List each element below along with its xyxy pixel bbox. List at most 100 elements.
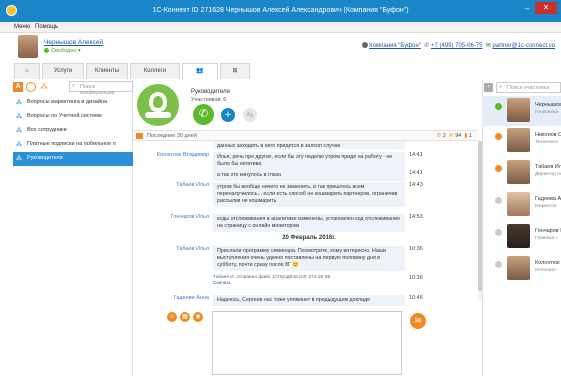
search-icon: ⌕: [499, 84, 503, 90]
group-icon: 👥: [196, 68, 204, 74]
participant-row[interactable]: Гончаров И Главный с: [482, 222, 561, 252]
participant-name: Гадеева Ан: [535, 196, 561, 202]
sort-alpha-button[interactable]: A: [13, 82, 23, 92]
minimize-button[interactable]: –: [521, 4, 533, 14]
conference-search-input[interactable]: ⌕ Поиск конференции: [69, 81, 133, 96]
avatar: [507, 224, 530, 248]
call-button[interactable]: ✆: [193, 104, 214, 125]
group-icon: ⁂: [16, 128, 22, 134]
add-participant-button[interactable]: +: [221, 108, 235, 122]
call-count: 2: [442, 133, 446, 139]
message-author[interactable]: Колонтюк Владимир: [133, 152, 209, 158]
status-icon: [495, 229, 502, 236]
participant-row[interactable]: Гадеева Ан Маркетол: [482, 190, 561, 220]
list-item-active[interactable]: ⁂ Руководители: [13, 152, 133, 166]
avatar: [507, 128, 530, 152]
conference-label: Вопросы по Учетной системе: [27, 113, 102, 119]
group-filter-icon[interactable]: ⁂: [40, 82, 52, 92]
message-time: 14:41: [409, 170, 423, 176]
title-bar: 1С-Коннект ID 271628 Чернышов Алексей Ал…: [0, 0, 561, 22]
file-attachment: Табаев И. отправил файл 1СПродВ16.pdf, 2…: [213, 275, 405, 287]
participant-role: Техническ: [535, 140, 558, 145]
message-input[interactable]: [212, 311, 402, 375]
company-link[interactable]: Компания "Буфон": [369, 43, 421, 49]
call-count-icon: ✆: [436, 133, 442, 139]
date-separator: 20 Февраль 2016г.: [282, 235, 336, 241]
tab-colleagues[interactable]: Коллеги: [130, 63, 180, 79]
calendar-icon[interactable]: [136, 133, 143, 139]
avatar: [507, 256, 530, 280]
file-count-icon: ▮: [464, 133, 468, 139]
email-icon: ✉: [485, 43, 491, 49]
message-text: Надеюсь, Сергеев нас тоже упомянет в пре…: [213, 295, 405, 306]
participant-row[interactable]: Никонов Се Техническ: [482, 126, 561, 156]
company-contacts: Компания "Буфон" ✆ +7 (499) 705-06-75 ✉ …: [361, 42, 555, 49]
room-title: Руководители: [191, 89, 230, 95]
tab-grid[interactable]: ⊞: [220, 63, 250, 79]
filter-button[interactable]: [26, 82, 36, 92]
participant-row[interactable]: Колонтюк Исполнит: [482, 254, 561, 284]
send-icon: ✉: [414, 316, 422, 325]
tab-services[interactable]: Услуги: [42, 63, 84, 79]
status-icon: [495, 103, 502, 110]
message-text: коды отслеживания в аналитике изменены, …: [213, 214, 405, 232]
close-button[interactable]: ✕: [535, 2, 557, 14]
attach-icon[interactable]: ▦: [180, 312, 190, 322]
status-online-icon: [44, 48, 49, 54]
message-time: 14:41: [409, 152, 423, 158]
list-item[interactable]: ⁂ Вопросы по Учетной системе: [13, 110, 133, 124]
participant-role: Генеральн: [535, 110, 559, 115]
collapse-panel-button[interactable]: ‹: [484, 83, 493, 92]
message-count: 94: [455, 133, 462, 139]
user-status-label: Свободен ▾: [51, 48, 81, 54]
participant-row[interactable]: Чернышов Генеральн: [482, 96, 561, 126]
user-avatar[interactable]: [18, 35, 38, 58]
phone-icon: ✆: [424, 43, 430, 49]
message-time: 10:36: [409, 275, 423, 281]
list-item[interactable]: ⁂ Вопросы маркетинга и дизайна: [13, 96, 133, 110]
participant-name: Никонов Се: [535, 132, 561, 138]
download-link[interactable]: Скачать: [213, 281, 231, 286]
screen-share-icon: ⇆: [246, 110, 254, 119]
email-link[interactable]: partner@1c-connect.co: [493, 43, 555, 49]
participant-search-input[interactable]: ⌕ Поиск участника: [496, 82, 561, 93]
conference-list: ⁂ Вопросы маркетинга и дизайна ⁂ Вопросы п…: [13, 96, 133, 166]
message-time: 10:46: [409, 295, 423, 301]
room-member-count: Участников: 6: [191, 97, 227, 103]
plus-icon: +: [224, 109, 232, 121]
tab-home[interactable]: ⌂: [14, 63, 40, 79]
participant-row[interactable]: Табаев Илья Директор по: [482, 158, 561, 188]
status-icon: [495, 261, 502, 268]
menu-bar: Меню Помощь: [0, 22, 561, 33]
participant-role: Директор по: [535, 172, 561, 177]
emoji-icon[interactable]: ☺: [167, 312, 177, 322]
share-screen-button[interactable]: ⇆: [243, 108, 257, 122]
menu-item-main[interactable]: Меню: [14, 24, 30, 30]
user-status-select[interactable]: Свободен ▾: [44, 48, 81, 54]
conference-toolbar: A ⁂ ⌕ Поиск конференции: [13, 81, 133, 96]
list-item[interactable]: ⁂ Платные подписки на побильное п: [13, 138, 133, 152]
room-avatar-icon: [137, 84, 179, 126]
screenshot-icon[interactable]: ◉: [193, 312, 203, 322]
message-author[interactable]: Табаев Илья: [133, 246, 209, 252]
grid-icon: ⊞: [232, 68, 238, 74]
message-author[interactable]: Табаев Илья: [133, 182, 209, 188]
list-item[interactable]: ⁂ Все сотрудники: [13, 124, 133, 138]
user-name-link[interactable]: Чернышов Алексей: [44, 39, 103, 46]
period-label[interactable]: Последние 30 дней: [147, 133, 197, 139]
message-author[interactable]: Гончаров Илья: [133, 214, 209, 220]
message-text: Илья, речь про других, если бы эту недел…: [213, 152, 405, 170]
conference-label: Руководители: [27, 155, 63, 161]
tab-groups[interactable]: 👥: [182, 63, 218, 80]
menu-item-help[interactable]: Помощь: [35, 24, 58, 30]
window-title: 1С-Коннект ID 271628 Чернышов Алексей Ал…: [152, 7, 409, 14]
search-icon: ⌕: [72, 83, 76, 89]
phone-link[interactable]: +7 (499) 705-06-75: [431, 43, 483, 49]
info-icon: [361, 42, 368, 49]
conference-label: Платные подписки на побильное п: [27, 141, 116, 147]
send-button[interactable]: ✉: [410, 313, 426, 329]
message-author[interactable]: Гадеева Анна: [133, 295, 209, 301]
tab-clients[interactable]: Клиенты: [86, 63, 128, 79]
phone-icon: ✆: [198, 108, 209, 120]
avatar: [507, 192, 530, 216]
